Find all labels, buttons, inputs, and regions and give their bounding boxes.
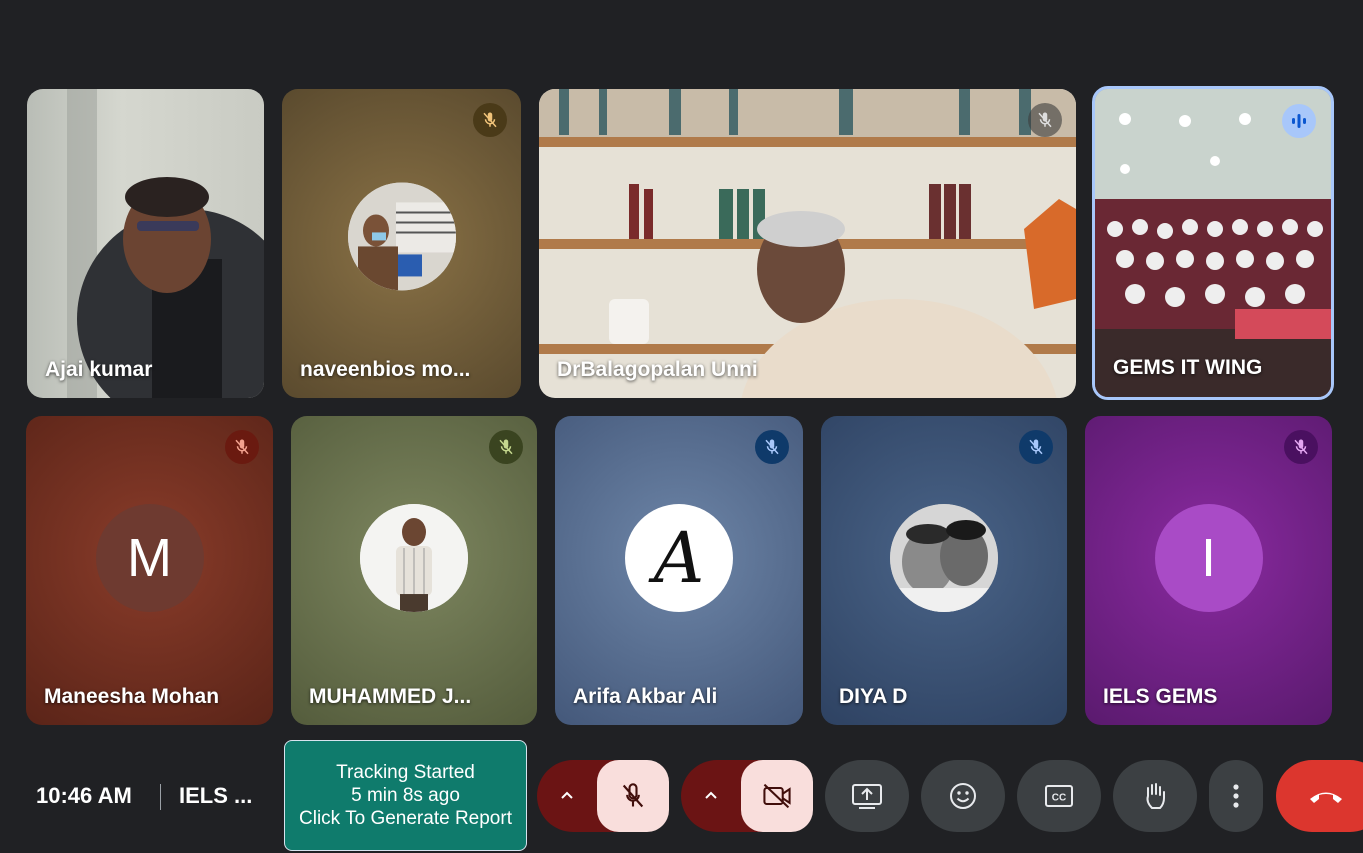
participant-tile-muhammed[interactable]: MUHAMMED J...	[291, 416, 537, 725]
captions-icon: CC	[1045, 785, 1073, 807]
mic-off-icon	[235, 439, 249, 455]
mic-off-icon	[1038, 112, 1052, 128]
leave-call-icon	[1310, 792, 1342, 803]
video-options-button[interactable]	[681, 760, 741, 832]
participant-video	[67, 89, 264, 398]
svg-text:CC: CC	[1052, 793, 1066, 804]
meeting-name[interactable]: IELS ...	[179, 783, 252, 809]
emoji-reactions-button[interactable]	[921, 760, 1005, 832]
mic-muted-indicator	[1284, 430, 1318, 464]
camera-off-icon	[763, 783, 791, 809]
mic-muted-indicator	[489, 430, 523, 464]
participant-tile-drbalagopalan-unni[interactable]: DrBalagopalan Unni	[539, 89, 1076, 398]
raise-hand-icon	[1146, 783, 1165, 809]
leave-call-button[interactable]	[1276, 760, 1363, 832]
tracking-report-button[interactable]: Tracking Started 5 min 8s ago Click To G…	[284, 740, 527, 851]
chevron-up-icon	[561, 791, 573, 799]
participant-name: IELS GEMS	[1103, 685, 1218, 708]
more-options-icon	[1233, 784, 1239, 808]
microphone-toggle-button[interactable]	[597, 760, 669, 832]
avatar	[347, 181, 456, 290]
avatar: I	[1154, 503, 1263, 612]
avatar-photo	[890, 503, 998, 612]
tracking-elapsed: 5 min 8s ago	[351, 785, 460, 806]
participant-name: GEMS IT WING	[1113, 356, 1263, 379]
present-screen-icon	[852, 784, 882, 809]
camera-control-group	[681, 760, 813, 832]
bottom-control-bar: 10:46 AM IELS ... Tracking Started 5 min…	[0, 740, 1363, 853]
raise-hand-button[interactable]	[1113, 760, 1197, 832]
captions-button[interactable]: CC	[1017, 760, 1101, 832]
divider	[160, 784, 161, 810]
participant-tile-naveenbios[interactable]: naveenbios mo...	[282, 89, 521, 398]
participant-name: Arifa Akbar Ali	[573, 685, 718, 708]
mic-off-icon	[765, 439, 779, 455]
mic-off-icon	[1029, 439, 1043, 455]
emoji-icon	[950, 783, 976, 809]
mic-muted-indicator	[473, 103, 507, 137]
participant-name: Ajai kumar	[45, 358, 153, 381]
more-options-button[interactable]	[1209, 760, 1263, 832]
mic-muted-indicator	[1028, 103, 1062, 137]
mic-control-group	[537, 760, 669, 832]
participant-tile-arifa-akbar-ali[interactable]: A Arifa Akbar Ali	[555, 416, 803, 725]
mic-muted-indicator	[225, 430, 259, 464]
mic-off-icon	[499, 439, 513, 455]
present-screen-button[interactable]	[825, 760, 909, 832]
participant-name: DIYA D	[839, 685, 908, 708]
avatar	[890, 503, 998, 612]
mic-muted-indicator	[755, 430, 789, 464]
participant-tile-diya-d[interactable]: DIYA D	[821, 416, 1067, 725]
participant-tile-gems-it-wing[interactable]: GEMS IT WING	[1092, 86, 1334, 400]
participant-name: naveenbios mo...	[300, 358, 471, 381]
avatar: A	[625, 503, 733, 612]
tracking-status: Tracking Started	[336, 762, 475, 783]
clock-time: 10:46 AM	[36, 783, 132, 808]
avatar: M	[95, 503, 204, 612]
participant-name: DrBalagopalan Unni	[557, 358, 758, 381]
participant-tile-iels-gems[interactable]: I IELS GEMS	[1085, 416, 1332, 725]
participant-video	[539, 89, 1076, 398]
mic-off-icon	[622, 783, 644, 808]
avatar-photo	[360, 503, 468, 612]
participant-tile-maneesha-mohan[interactable]: M Maneesha Mohan	[26, 416, 273, 725]
participant-name: MUHAMMED J...	[309, 685, 472, 708]
avatar	[360, 503, 468, 612]
audio-options-button[interactable]	[537, 760, 597, 832]
camera-toggle-button[interactable]	[741, 760, 813, 832]
mic-muted-indicator	[1019, 430, 1053, 464]
mic-off-icon	[1294, 439, 1308, 455]
avatar-photo	[347, 181, 456, 290]
chevron-up-icon	[705, 791, 717, 799]
participant-name: Maneesha Mohan	[44, 685, 220, 708]
mic-off-icon	[483, 112, 497, 128]
participant-tile-ajai-kumar[interactable]: Ajai kumar	[27, 89, 264, 398]
speaking-indicator	[1282, 104, 1316, 138]
audio-bars-icon	[1292, 114, 1306, 128]
generate-report-label: Click To Generate Report	[299, 808, 512, 829]
